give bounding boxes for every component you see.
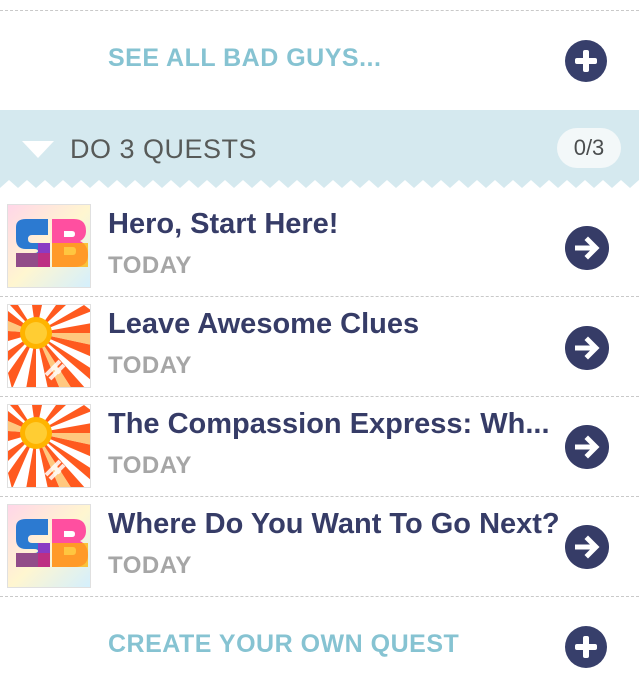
create-quest-row[interactable]: CREATE YOUR OWN QUEST — [0, 596, 639, 675]
quest-title[interactable]: Hero, Start Here! — [108, 208, 338, 241]
create-your-own-quest-link[interactable]: CREATE YOUR OWN QUEST — [108, 630, 459, 659]
quest-title[interactable]: The Compassion Express: Wh... — [108, 408, 550, 441]
divider — [0, 10, 639, 11]
quest-row[interactable]: Where Do You Want To Go Next? TODAY — [0, 496, 639, 596]
sunburst-thumbnail — [7, 404, 91, 488]
superbetter-logo-thumbnail — [7, 204, 91, 288]
quest-date: TODAY — [108, 252, 192, 279]
quest-row[interactable]: Leave Awesome Clues TODAY — [0, 296, 639, 396]
arrow-right-icon[interactable] — [565, 425, 609, 469]
quest-date: TODAY — [108, 352, 192, 379]
plus-icon[interactable] — [565, 40, 607, 82]
arrow-right-icon[interactable] — [565, 226, 609, 270]
quest-date: TODAY — [108, 452, 192, 479]
see-all-bad-guys-link[interactable]: SEE ALL BAD GUYS... — [108, 44, 381, 73]
plus-icon[interactable] — [565, 626, 607, 668]
arrow-right-icon[interactable] — [565, 525, 609, 569]
sunburst-thumbnail — [7, 304, 91, 388]
quest-title[interactable]: Where Do You Want To Go Next? — [108, 508, 560, 541]
quest-row[interactable]: The Compassion Express: Wh... TODAY — [0, 396, 639, 496]
arrow-right-icon[interactable] — [565, 326, 609, 370]
quest-title[interactable]: Leave Awesome Clues — [108, 308, 419, 341]
see-all-bad-guys-row[interactable]: SEE ALL BAD GUYS... — [0, 14, 639, 110]
quest-row[interactable]: Hero, Start Here! TODAY — [0, 196, 639, 296]
collapse-triangle-icon[interactable] — [22, 141, 54, 159]
quest-progress-badge: 0/3 — [557, 128, 621, 168]
section-title: DO 3 QUESTS — [70, 134, 258, 164]
superbetter-logo-thumbnail — [7, 504, 91, 588]
quest-date: TODAY — [108, 552, 192, 579]
